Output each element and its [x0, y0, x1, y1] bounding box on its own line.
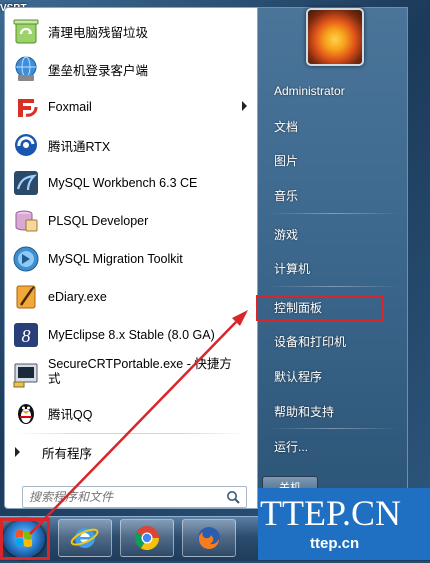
right-item-pictures[interactable]: 图片 — [274, 150, 298, 172]
svg-text:8: 8 — [22, 326, 31, 346]
foxmail-icon — [10, 91, 42, 123]
program-item-ediary[interactable]: eDiary.exe — [5, 278, 257, 316]
program-label: Foxmail — [48, 100, 92, 114]
program-label: 堡垒机登录客户端 — [48, 63, 149, 78]
program-label: 腾讯通RTX — [48, 139, 111, 154]
start-menu-programs-pane: 清理电脑残留垃圾 堡垒机登录客户端 Foxmail 腾讯通RTX MySQL W… — [4, 7, 258, 509]
rtx-icon — [10, 129, 42, 161]
plsql-icon — [10, 205, 42, 237]
program-label: 清理电脑残留垃圾 — [48, 25, 149, 40]
all-programs-button[interactable]: 所有程序 — [15, 442, 92, 462]
program-item-qq[interactable]: 腾讯QQ — [5, 394, 257, 432]
right-item-games[interactable]: 游戏 — [274, 224, 298, 246]
chrome-icon — [134, 526, 159, 551]
control-panel-highlight-box — [256, 295, 384, 321]
program-label: 腾讯QQ — [48, 407, 93, 422]
program-item-myeclipse[interactable]: 8 MyEclipse 8.x Stable (8.0 GA) — [5, 316, 257, 354]
program-item-rtx[interactable]: 腾讯通RTX — [5, 126, 257, 164]
taskbar-ie-button[interactable] — [58, 519, 112, 557]
program-item-clean-junk[interactable]: 清理电脑残留垃圾 — [5, 12, 257, 50]
program-label: PLSQL Developer — [48, 214, 149, 228]
program-label: MySQL Migration Toolkit — [48, 252, 183, 266]
qq-penguin-icon — [10, 397, 42, 429]
submenu-arrow-icon[interactable] — [242, 101, 247, 111]
divider — [268, 428, 400, 429]
program-item-plsql[interactable]: PLSQL Developer — [5, 202, 257, 240]
program-item-mysql-migration[interactable]: MySQL Migration Toolkit — [5, 240, 257, 278]
program-item-mysql-workbench[interactable]: MySQL Workbench 6.3 CE — [5, 164, 257, 202]
right-item-run[interactable]: 运行... — [274, 436, 308, 458]
right-item-help-support[interactable]: 帮助和支持 — [274, 401, 334, 423]
program-item-securecrt[interactable]: SecureCRTPortable.exe - 快捷方式 — [5, 354, 257, 394]
mysql-workbench-icon — [10, 167, 42, 199]
program-label: eDiary.exe — [48, 290, 107, 304]
search-input[interactable] — [29, 489, 219, 505]
program-label: MySQL Workbench 6.3 CE — [48, 176, 198, 190]
myeclipse-icon: 8 — [10, 319, 42, 351]
ediary-icon — [10, 281, 42, 313]
recycle-icon — [10, 15, 42, 47]
user-avatar[interactable] — [306, 8, 364, 66]
program-item-foxmail[interactable]: Foxmail — [5, 88, 257, 126]
program-item-bastion-client[interactable]: 堡垒机登录客户端 — [5, 50, 257, 88]
search-icon[interactable] — [226, 490, 240, 509]
watermark-text: TTEP.CN — [260, 493, 402, 533]
migration-toolkit-icon — [10, 243, 42, 275]
right-item-user[interactable]: Administrator — [274, 80, 345, 102]
pinned-programs-list: 清理电脑残留垃圾 堡垒机登录客户端 Foxmail 腾讯通RTX MySQL W… — [5, 12, 257, 432]
right-item-devices-printers[interactable]: 设备和打印机 — [274, 331, 346, 353]
expand-arrow-icon — [15, 447, 20, 457]
taskbar-chrome-button[interactable] — [120, 519, 174, 557]
all-programs-label: 所有程序 — [42, 446, 93, 461]
globe-client-icon — [10, 53, 42, 85]
right-item-computer[interactable]: 计算机 — [274, 258, 310, 280]
program-label: MyEclipse 8.x Stable (8.0 GA) — [48, 328, 215, 342]
program-label: SecureCRTPortable.exe - 快捷方式 — [48, 357, 232, 386]
securecrt-icon — [10, 358, 42, 390]
divider — [15, 433, 247, 434]
right-item-default-programs[interactable]: 默认程序 — [274, 366, 322, 388]
divider — [268, 286, 400, 287]
divider — [268, 213, 400, 214]
search-box[interactable] — [22, 486, 247, 508]
firefox-icon — [198, 527, 220, 549]
start-button-highlight-box — [0, 518, 50, 560]
watermark-subtext: ttep.cn — [310, 535, 360, 552]
taskbar-firefox-button[interactable] — [182, 519, 236, 557]
right-item-music[interactable]: 音乐 — [274, 185, 298, 207]
right-item-documents[interactable]: 文档 — [274, 116, 298, 138]
internet-explorer-icon — [70, 528, 99, 548]
